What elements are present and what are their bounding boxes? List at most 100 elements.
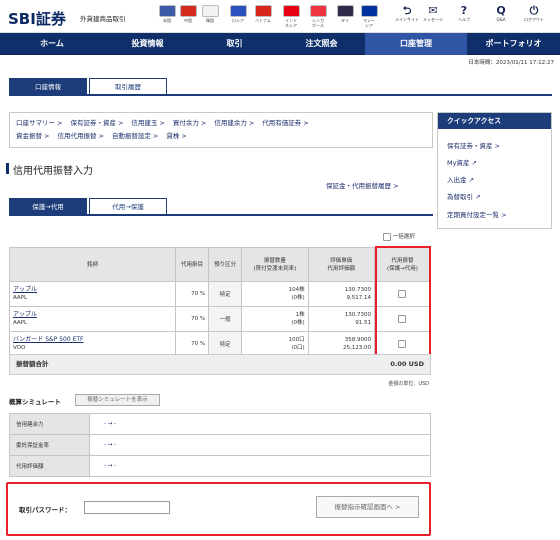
market-7[interactable]: タイ: [334, 4, 356, 30]
cn-flag-icon: [179, 5, 197, 17]
utility-1[interactable]: ✉ メッセージ: [421, 4, 445, 30]
submenu-link[interactable]: 自動振替設定: [112, 132, 151, 140]
market-2[interactable]: 韓国: [199, 4, 221, 30]
col-header-price: 評価単価 代用評価額: [307, 247, 375, 282]
chevron-right-icon: >: [44, 132, 50, 140]
simulation-table: 信用建余力 - → - 委託保証金率 - → - 代用評価額 - → -: [9, 413, 431, 477]
simulation-label: 代用評価額: [9, 455, 90, 477]
logout-icon: ⏻: [529, 4, 539, 17]
quick-access-panel: クイックアクセス 保有証券・資産 > My資産 ↗ 入出金 ↗ 為替取引 ↗ 定…: [437, 112, 552, 229]
utility-2[interactable]: ? ヘルプ: [452, 4, 476, 30]
submenu-link[interactable]: 口座サマリー: [16, 119, 55, 127]
simulation-value: - → -: [89, 455, 431, 477]
submenu-link[interactable]: 保有証券・資産: [70, 119, 116, 127]
nav-portfolio[interactable]: ポートフォリオ: [467, 33, 560, 55]
quick-link-holdings[interactable]: 保有証券・資産 >: [447, 140, 500, 150]
utility-3[interactable]: Q Q&A: [489, 4, 513, 30]
utility-0[interactable]: ⮌ メインサイト: [395, 4, 419, 30]
security-cell: アップル AAPL: [9, 281, 176, 307]
chevron-right-icon: >: [57, 119, 63, 127]
kubun-cell: 一般: [208, 306, 243, 332]
price-cell: 130.7300 91.51: [307, 306, 375, 332]
security-name-link[interactable]: バンガード S&P 500 ETF: [13, 336, 84, 343]
market-5[interactable]: インド ネシア: [280, 4, 302, 30]
submenu-link[interactable]: 資金振替: [16, 132, 42, 140]
message-icon: ✉: [428, 4, 438, 17]
ticker: AAPL: [13, 295, 28, 301]
password-input[interactable]: [84, 501, 170, 514]
submenu-link[interactable]: 貸株: [166, 132, 179, 140]
collateral-value: 91.51: [355, 320, 371, 326]
password-section: 取引パスワード： 振替指示確認画面へ >: [6, 482, 431, 536]
qty-sub: (0株): [291, 295, 305, 301]
market-label: タイ: [341, 18, 349, 23]
unit-note: 金額の単位：USD: [388, 381, 429, 387]
tab-account-info[interactable]: 口座情報: [9, 78, 87, 94]
total-value: 0.00 USD: [390, 360, 424, 368]
tab-trade-history[interactable]: 取引履歴: [89, 78, 167, 94]
security-name-link[interactable]: アップル: [13, 311, 37, 318]
tab-collateral-to-protect[interactable]: 代用→保護: [89, 198, 167, 214]
market-1[interactable]: 中国: [177, 4, 199, 30]
sg-flag-icon: [309, 5, 327, 17]
nav-investment-info[interactable]: 投資情報: [104, 33, 191, 55]
confirm-transfer-button[interactable]: 振替指示確認画面へ >: [316, 496, 419, 518]
total-label: 振替額合計: [16, 360, 49, 368]
chevron-right-icon: >: [248, 119, 255, 127]
market-label: 米国: [163, 18, 171, 23]
utility-4[interactable]: ⏻ ログアウト: [522, 4, 546, 30]
simulation-value: - → -: [89, 434, 431, 456]
simulation-title: 概算シミュレート: [9, 398, 61, 406]
quick-access-title: クイックアクセス: [438, 113, 551, 129]
chevron-right-icon: >: [200, 119, 207, 127]
simulation-value: - → -: [89, 413, 431, 435]
quick-link-fx[interactable]: 為替取引 ↗: [447, 191, 481, 201]
select-all-checkbox[interactable]: [383, 232, 391, 241]
market-label: 韓国: [206, 18, 214, 23]
market-label: シンガ ポール: [312, 18, 324, 28]
ticker: AAPL: [13, 320, 28, 326]
market-6[interactable]: シンガ ポール: [307, 4, 329, 30]
utility-label: メインサイト: [395, 17, 419, 22]
qty-sub: (0口): [291, 345, 305, 351]
market-label: ロシア: [232, 18, 244, 23]
top-header: SBI証券 外貨建商品取引 米国 中国 韓国 ロシア ベトナム インド ネシア シンガ ポー…: [0, 0, 560, 33]
select-all[interactable]: 一括選択: [383, 232, 415, 241]
chevron-right-icon: >: [303, 119, 309, 127]
col-header-name: 銘柄: [9, 247, 176, 282]
ratio-cell: 70 %: [174, 331, 210, 357]
col-header-qty: 振替数量 (買付受渡未到来): [241, 247, 309, 282]
submenu-link[interactable]: 買付余力: [173, 119, 199, 127]
collateral-value: 25,123.00: [342, 345, 371, 351]
utility-label: Q&A: [496, 17, 506, 22]
tab-protect-to-collateral[interactable]: 保護→代用: [9, 198, 87, 214]
submenu-link[interactable]: 信用代用振替: [57, 132, 96, 140]
security-name-link[interactable]: アップル: [13, 286, 37, 293]
market-3[interactable]: ロシア: [227, 4, 249, 30]
nav-home[interactable]: ホーム: [0, 33, 104, 55]
sbi-logo[interactable]: SBI証券: [8, 8, 66, 29]
security-cell: アップル AAPL: [9, 306, 176, 332]
show-simulation-button[interactable]: 振替シミュレートを表示: [75, 394, 160, 406]
market-0[interactable]: 米国: [156, 4, 178, 30]
market-4[interactable]: ベトナム: [252, 4, 274, 30]
unit-price: 130.7300: [344, 312, 371, 318]
quick-link-deposit[interactable]: 入出金 ↗: [447, 174, 474, 184]
qty-cell: 1株 (0株): [241, 306, 309, 332]
submenu-link[interactable]: 代用有価証券: [262, 119, 301, 127]
quick-link-my-assets[interactable]: My資産 ↗: [447, 157, 477, 167]
th-flag-icon: [336, 5, 354, 17]
quick-link-periodic-buy[interactable]: 定期買付設定一覧 >: [447, 209, 507, 219]
market-8[interactable]: マレー シア: [358, 4, 380, 30]
ru-flag-icon: [229, 5, 247, 17]
total-row: 振替額合計 0.00 USD: [9, 354, 431, 375]
market-label: マレー シア: [363, 18, 375, 28]
nav-account-management[interactable]: 口座管理: [365, 33, 467, 55]
submenu-link[interactable]: 信用建余力: [214, 119, 247, 127]
submenu-link[interactable]: 信用建玉: [131, 119, 157, 127]
chevron-right-icon: >: [152, 132, 159, 140]
nav-trade[interactable]: 取引: [191, 33, 278, 55]
history-link[interactable]: 保証金・代用振替履歴 >: [326, 180, 399, 190]
nav-order-inquiry[interactable]: 注文照会: [278, 33, 365, 55]
chevron-right-icon: >: [159, 119, 165, 127]
